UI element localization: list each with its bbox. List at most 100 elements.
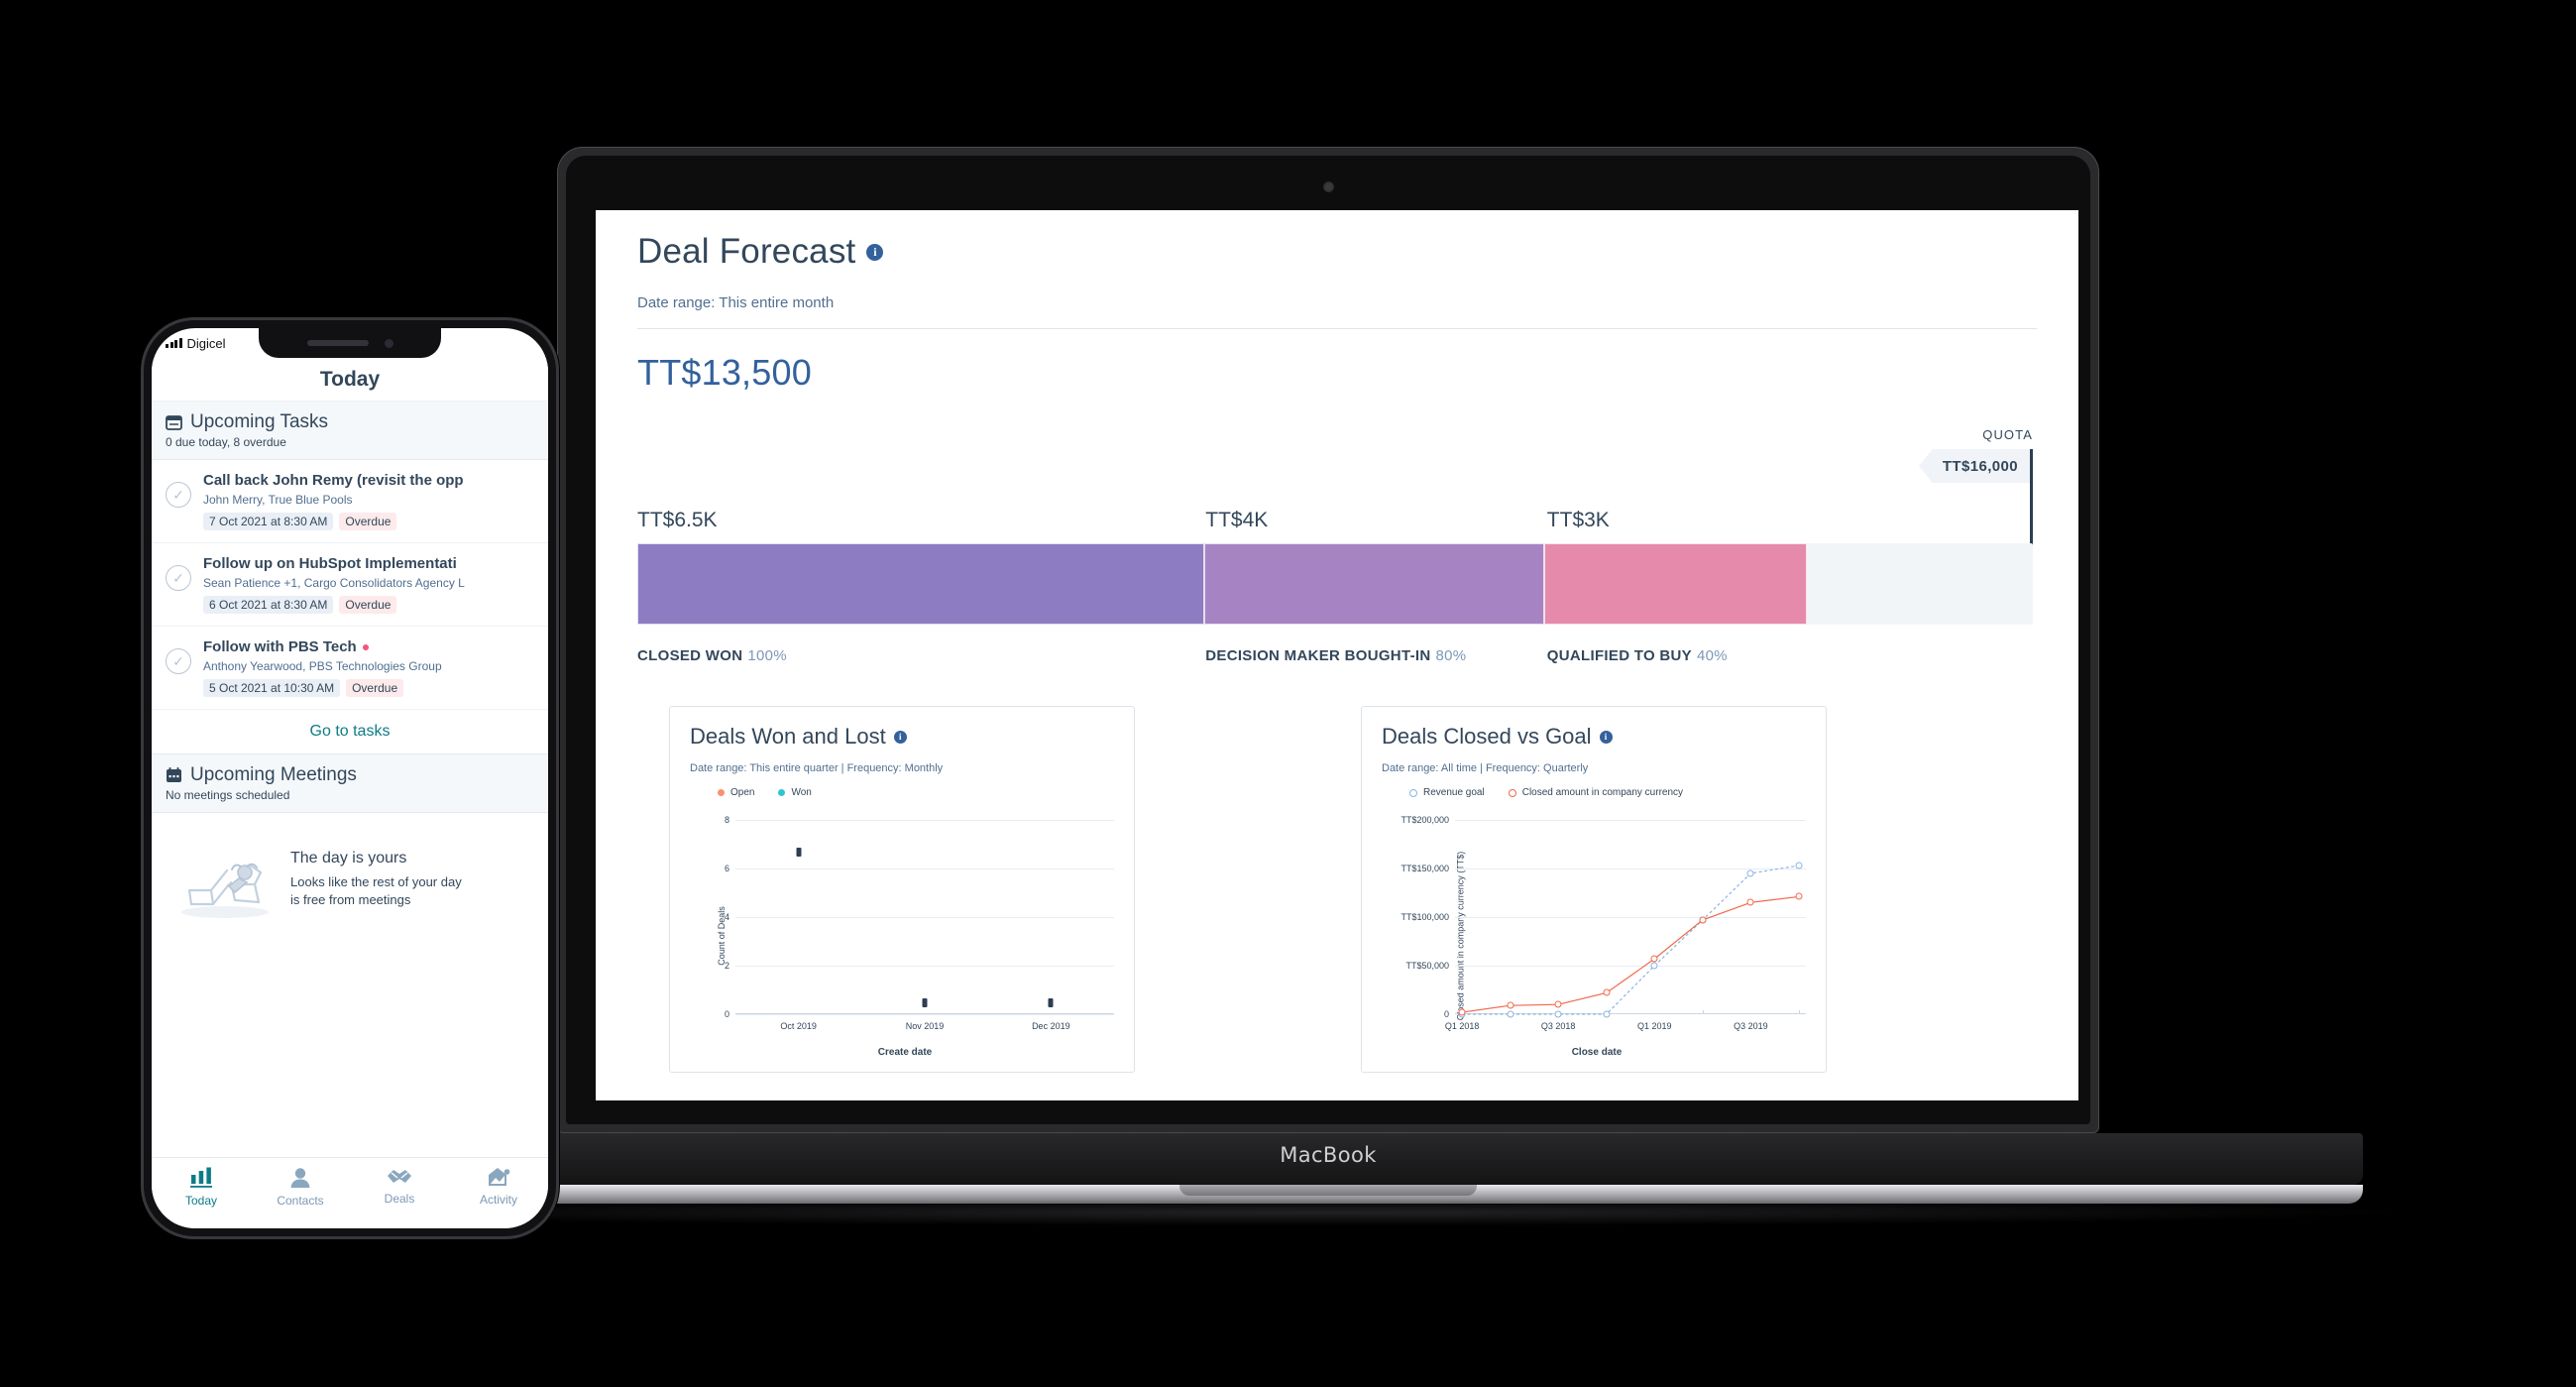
card-header: Deals Won and Lost i [690, 724, 1114, 750]
data-point[interactable] [1795, 862, 1803, 869]
macbook-screen: Deal Forecast i Date range: This entire … [596, 210, 2078, 1100]
quota-flag: TT$16,000 [1918, 449, 2031, 483]
date-range-label: Date range: This entire month [637, 294, 835, 311]
data-point[interactable] [1603, 1010, 1611, 1018]
gridline [735, 1014, 1114, 1015]
go-to-tasks-link[interactable]: Go to tasks [152, 710, 548, 754]
tab-activity[interactable]: Activity [449, 1167, 548, 1207]
legend-label: Won [791, 787, 812, 798]
x-axis-tick: Oct 2019 [780, 1021, 817, 1031]
chart-plot-area: Count of Deals 0 2 4 6 8 Oct 2019 Nov 2019 Dec … [690, 814, 1120, 1058]
empty-state-line1: Looks like the rest of your day [290, 874, 462, 890]
y-axis-tick: TT$200,000 [1400, 815, 1449, 825]
handshake-icon [388, 1170, 411, 1183]
task-complete-checkbox[interactable]: ✓ [166, 565, 191, 591]
task-meta: 5 Oct 2021 at 10:30 AM Overdue [203, 679, 536, 697]
tab-label: Today [184, 1194, 218, 1208]
data-point[interactable] [1554, 1000, 1562, 1008]
legend-swatch-icon [1508, 788, 1516, 797]
data-point[interactable] [1699, 916, 1707, 924]
gridline [735, 917, 1114, 918]
dashboard-header: Deal Forecast i [637, 232, 2037, 272]
data-point[interactable] [1650, 962, 1658, 970]
data-point[interactable] [1554, 1010, 1562, 1018]
info-icon[interactable]: i [893, 730, 907, 744]
funnel-segment[interactable] [637, 543, 1204, 625]
data-point[interactable] [1795, 892, 1803, 900]
task-complete-checkbox[interactable]: ✓ [166, 482, 191, 508]
line-chart-axes: 0 TT$50,000 TT$100,000 TT$150,000 TT$200,000… [1400, 815, 1806, 1031]
legend-item[interactable]: Open [718, 787, 754, 798]
data-point[interactable] [1650, 955, 1658, 963]
legend-item[interactable]: Closed amount in company currency [1508, 787, 1683, 798]
tab-label: Activity [479, 1193, 517, 1207]
deal-forecast-dashboard: Deal Forecast i Date range: This entire … [596, 210, 2078, 1100]
tab-label: Deals [384, 1192, 415, 1206]
funnel-amount-label: TT$6.5K [637, 509, 718, 531]
x-axis-label: Close date [1571, 1047, 1623, 1058]
legend-swatch-icon [718, 789, 725, 796]
macbook-device: Deal Forecast i Date range: This entire … [260, 147, 2397, 1229]
funnel-amount-label: TT$4K [1205, 509, 1269, 531]
empty-state-line2: is free from meetings [290, 892, 411, 907]
legend-item[interactable]: Revenue goal [1409, 787, 1485, 798]
task-flag-dot-icon [362, 643, 369, 650]
task-association: John Merry, True Blue Pools [203, 493, 353, 507]
section-header-upcoming-meetings: Upcoming Meetings No meetings scheduled [152, 754, 548, 813]
screenshot-stage: Deal Forecast i Date range: This entire … [0, 0, 2576, 1387]
info-icon[interactable]: i [1599, 730, 1613, 744]
y-axis-tick: 8 [724, 815, 729, 825]
content-filler [152, 950, 548, 1029]
y-axis-tick: TT$150,000 [1400, 864, 1449, 873]
task-list-item[interactable]: ✓ Follow with PBS Tech Anthony Yearwood, P… [152, 627, 548, 710]
x-axis-tick: Q1 2018 [1444, 1021, 1480, 1031]
x-axis-line [735, 1013, 1114, 1014]
y-axis-tick: 4 [724, 912, 729, 922]
bar-chart-axes: 0 2 4 6 8 Oct 2019 Nov 2019 Dec 2019 [725, 815, 1114, 1031]
dashboard-cards: Deals Won and Lost i Date range: This en… [637, 706, 2037, 1073]
status-badge: Overdue [339, 513, 397, 530]
carrier-label: Digicel [186, 335, 226, 351]
data-point-marker[interactable] [922, 998, 928, 1008]
info-icon[interactable]: i [866, 243, 884, 261]
funnel-segment[interactable] [1203, 543, 1545, 625]
activity-icon [489, 1168, 510, 1186]
task-title-text: Follow with PBS Tech [203, 638, 357, 655]
x-axis-tick: Q3 2019 [1734, 1021, 1768, 1031]
legend-label: Revenue goal [1423, 787, 1485, 798]
tab-today[interactable]: Today [152, 1167, 251, 1208]
x-axis-tick: Nov 2019 [905, 1021, 945, 1031]
iphone-screen: Digicel Today Upcoming Tasks 0 due today… [152, 328, 548, 1228]
data-point-marker[interactable] [1048, 998, 1054, 1008]
legend-swatch-icon [1409, 788, 1417, 797]
tab-deals[interactable]: Deals [350, 1167, 449, 1206]
webcam-icon [1322, 181, 1334, 192]
forecast-total-amount: TT$13,500 [637, 352, 812, 393]
data-point[interactable] [1507, 1001, 1514, 1009]
status-badge: Overdue [339, 596, 397, 614]
legend-item[interactable]: Won [778, 787, 812, 798]
data-point[interactable] [1746, 869, 1754, 877]
funnel-bar [637, 543, 2033, 625]
data-point[interactable] [1746, 898, 1754, 906]
data-point[interactable] [1603, 988, 1611, 996]
empty-state-title: The day is yours [290, 850, 407, 867]
data-point-marker[interactable] [796, 848, 802, 858]
macbook-base: MacBook [293, 1133, 2363, 1185]
funnel-stage-label: CLOSED WON 100% [637, 647, 787, 664]
task-title-text: Call back John Remy (revisit the opp [203, 472, 464, 489]
gridline [735, 868, 1114, 869]
data-point[interactable] [1507, 1010, 1514, 1018]
card-subtitle: Date range: All time | Frequency: Quarte… [1382, 762, 1589, 774]
bar-chart-icon [190, 1167, 212, 1188]
y-axis-tick: TT$100,000 [1400, 912, 1449, 922]
task-due-date: 6 Oct 2021 at 8:30 AM [203, 596, 334, 614]
brand-label: MacBook [1280, 1143, 1377, 1167]
data-point[interactable] [1458, 1008, 1466, 1016]
task-list-item[interactable]: ✓ Follow up on HubSpot Implementati Sean P… [152, 543, 548, 627]
tab-bar: Today Contacts Deals Activity [152, 1157, 548, 1228]
funnel-segment[interactable] [1544, 543, 1807, 625]
tab-contacts[interactable]: Contacts [251, 1167, 350, 1208]
task-list-item[interactable]: ✓ Call back John Remy (revisit the opp Joh… [152, 460, 548, 543]
task-complete-checkbox[interactable]: ✓ [166, 648, 191, 674]
